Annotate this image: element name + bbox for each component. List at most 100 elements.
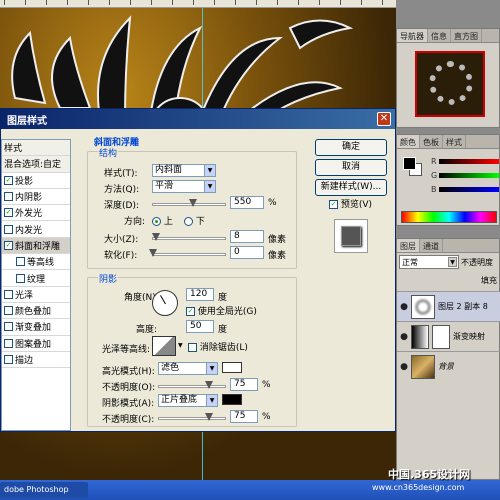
style-checkbox[interactable]: ✓ [4,175,13,185]
style-item[interactable]: 图案叠加 [2,336,70,352]
style-checkbox[interactable] [4,338,13,348]
layer-row[interactable]: ● 图层 2 副本 8 [397,291,500,321]
soften-slider[interactable] [149,249,226,257]
angle-input[interactable]: 120 [186,288,214,301]
technique-select[interactable]: 平滑 ▼ [152,180,216,193]
tab-info[interactable]: 信息 [428,29,451,42]
highlight-color-swatch[interactable] [222,362,242,373]
style-item[interactable]: ✓ 外发光 [2,205,70,222]
highlight-mode-select[interactable]: 滤色 ▼ [158,362,218,375]
bevel-style-select[interactable]: 内斜面 ▼ [152,164,216,177]
angle-dial[interactable] [152,290,178,316]
chevron-down-icon: ▼ [206,363,217,374]
shadow-color-swatch[interactable] [222,394,242,405]
shadow-mode-select[interactable]: 正片叠底 ▼ [158,394,218,407]
altitude-input[interactable]: 50 [186,320,214,333]
depth-slider[interactable] [152,199,226,207]
eye-icon[interactable]: ● [397,362,411,372]
antialias-option[interactable]: 消除锯齿(L) [188,340,248,353]
style-checkbox[interactable] [4,192,13,202]
layer-row[interactable]: ● 渐变映射 [397,321,500,351]
color-spectrum-bar[interactable] [401,211,497,223]
preview-option[interactable]: ✓ 预览(V) [329,197,372,210]
fill-label: 填充 [481,275,497,285]
size-slider-knob[interactable] [151,233,160,241]
tab-swatches[interactable]: 色板 [420,135,443,148]
ruler-tick [319,0,320,5]
soften-slider-knob[interactable] [149,249,157,257]
eye-icon[interactable]: ● [397,302,411,312]
gloss-contour-picker[interactable] [152,336,176,356]
ruler-tick [4,0,5,5]
depth-slider-knob[interactable] [188,199,197,207]
new-style-button[interactable]: 新建样式(W)... [315,179,387,196]
styles-list-header[interactable]: 样式 [2,140,70,157]
style-item[interactable]: 纹理 [2,270,70,287]
layer-row[interactable]: ● 背景 [397,351,500,381]
chevron-down-icon[interactable]: ▼ [178,342,183,349]
style-item[interactable]: 内发光 [2,221,70,238]
tab-navigator[interactable]: 导航器 [397,29,428,42]
ok-button[interactable]: 确定 [315,139,387,156]
size-slider[interactable] [151,233,226,241]
taskbar-photoshop-button[interactable]: dobe Photoshop [0,482,88,498]
soften-input[interactable]: 0 [230,246,264,259]
style-checkbox[interactable] [4,322,13,332]
style-item-label: 等高线 [27,258,55,269]
style-checkbox[interactable] [4,289,13,299]
blend-mode-select[interactable]: 正常 ▼ [399,255,459,269]
color-panel: 颜色 色板 样式 R G B [396,134,500,226]
shadow-opacity-knob[interactable] [204,413,213,421]
tab-color[interactable]: 颜色 [397,135,420,148]
style-item[interactable]: ✓ 斜面和浮雕 [2,237,70,255]
style-item[interactable]: 等高线 [2,254,70,271]
tab-histogram[interactable]: 直方图 [451,29,482,42]
size-input[interactable]: 8 [230,230,264,243]
style-checkbox[interactable]: ✓ [4,240,13,250]
tab-layers[interactable]: 图层 [397,239,420,252]
eye-icon[interactable]: ● [397,332,411,342]
preview-checkbox[interactable]: ✓ [329,200,338,209]
dialog-titlebar[interactable]: 图层样式 ✕ [1,109,395,129]
radio-up[interactable] [152,217,161,226]
style-item[interactable]: 颜色叠加 [2,303,70,320]
style-item[interactable]: 内阴影 [2,189,70,206]
style-item[interactable]: 描边 [2,352,70,369]
style-checkbox[interactable] [4,355,13,364]
style-checkbox[interactable] [4,306,13,316]
foreground-color-swatch[interactable] [403,157,416,170]
style-item[interactable]: 光泽 [2,287,70,303]
highlight-opacity-slider[interactable] [158,381,226,389]
close-icon[interactable]: ✕ [377,112,391,126]
antialias-checkbox[interactable] [188,343,197,352]
watermark-title: 中国.365设计网 [388,468,471,481]
style-item[interactable]: 渐变叠加 [2,319,70,336]
direction-up-option[interactable]: 上 [152,214,173,227]
cancel-button[interactable]: 取消 [315,159,387,176]
green-slider[interactable] [439,173,499,178]
tab-channels[interactable]: 通道 [420,239,443,252]
shadow-opacity-input[interactable]: 75 [230,410,258,423]
style-checkbox[interactable] [16,273,25,283]
color-label-b: B [431,185,437,194]
style-checkbox[interactable]: ✓ [4,208,13,218]
shadow-opacity-slider[interactable] [158,413,226,421]
ruler-tick [151,0,152,5]
radio-down[interactable] [184,217,193,226]
blue-slider[interactable] [439,187,499,192]
global-light-checkbox[interactable]: ✓ [186,307,195,316]
ruler-tick [88,0,89,5]
highlight-opacity-knob[interactable] [204,381,213,389]
ruler-tick [130,0,131,5]
depth-input[interactable]: 550 [230,196,264,209]
tab-styles[interactable]: 样式 [443,135,466,148]
navigator-preview[interactable] [415,51,485,117]
global-light-option[interactable]: ✓ 使用全局光(G) [186,304,257,317]
style-checkbox[interactable] [4,224,13,234]
direction-down-option[interactable]: 下 [184,214,205,227]
red-slider[interactable] [439,159,499,164]
style-item[interactable]: ✓ 投影 [2,173,70,189]
blending-options-item[interactable]: 混合选项:自定 [2,156,70,173]
highlight-opacity-input[interactable]: 75 [230,378,258,391]
style-checkbox[interactable] [16,257,25,267]
